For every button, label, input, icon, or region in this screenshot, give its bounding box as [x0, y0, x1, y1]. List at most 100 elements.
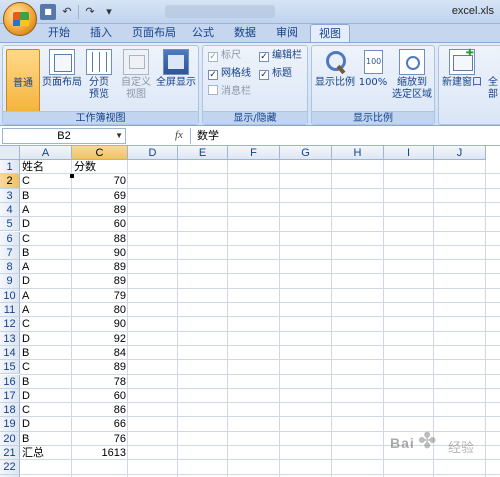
cell-c9[interactable]: 89 — [72, 274, 128, 288]
cell-a2[interactable]: C — [20, 174, 72, 188]
tab-insert[interactable]: 插入 — [90, 24, 112, 42]
cell-c12[interactable]: 90 — [72, 317, 128, 331]
row-header-1[interactable]: 1 — [0, 160, 20, 175]
cell-a10[interactable]: A — [20, 289, 72, 303]
select-all-corner[interactable] — [0, 146, 20, 160]
column-header-g[interactable]: G — [280, 146, 332, 160]
cell-a3[interactable]: B — [20, 189, 72, 203]
tab-page-layout[interactable]: 页面布局 — [132, 24, 176, 42]
cell-c18[interactable]: 86 — [72, 403, 128, 417]
undo-icon[interactable]: ↶ — [59, 4, 75, 20]
full-screen-button[interactable]: 全屏显示 — [155, 49, 197, 89]
gridlines-checkbox[interactable]: ✓ 网格线 — [208, 67, 251, 81]
column-header-h[interactable]: H — [332, 146, 384, 160]
row-header-2[interactable]: 2 — [0, 174, 20, 189]
column-header-j[interactable]: J — [434, 146, 486, 160]
cell-a6[interactable]: C — [20, 232, 72, 246]
cell-c5[interactable]: 60 — [72, 217, 128, 231]
row-header-17[interactable]: 17 — [0, 388, 20, 404]
normal-view-button[interactable]: 普通 — [6, 49, 40, 222]
row-header-16[interactable]: 16 — [0, 374, 20, 389]
cell-c3[interactable]: 69 — [72, 189, 128, 203]
zoom-to-selection-button[interactable]: 缩放到 选定区域 — [390, 49, 434, 101]
column-header-c[interactable]: C — [72, 146, 128, 160]
row-header-7[interactable]: 7 — [0, 245, 20, 261]
row-header-14[interactable]: 14 — [0, 345, 20, 361]
column-header-f[interactable]: F — [228, 146, 280, 160]
cell-c22[interactable] — [72, 460, 128, 474]
cell-a8[interactable]: A — [20, 260, 72, 274]
row-header-4[interactable]: 4 — [0, 202, 20, 218]
cell-c17[interactable]: 60 — [72, 389, 128, 403]
row-header-9[interactable]: 9 — [0, 274, 20, 289]
row-header-5[interactable]: 5 — [0, 217, 20, 232]
save-icon[interactable]: ■ — [40, 4, 56, 20]
row-header-21[interactable]: 21 — [0, 446, 20, 461]
cell-c14[interactable]: 84 — [72, 346, 128, 360]
row-header-10[interactable]: 10 — [0, 288, 20, 303]
page-break-preview-button[interactable]: 分页 预览 — [83, 49, 115, 101]
customize-qat-dropdown-icon[interactable]: ▾ — [101, 4, 117, 20]
row-header-11[interactable]: 11 — [0, 303, 20, 318]
new-window-button[interactable]: 新建窗口 — [442, 48, 482, 89]
message-bar-checkbox[interactable]: 消息栏 — [208, 85, 251, 99]
cell-a5[interactable]: D — [20, 217, 72, 231]
zoom-button[interactable]: 显示比例 — [314, 49, 356, 89]
formula-bar-checkbox[interactable]: ✓ 编辑栏 — [259, 49, 302, 63]
cell-a13[interactable]: D — [20, 332, 72, 346]
redo-icon[interactable]: ↷ — [82, 4, 98, 20]
cell-a20[interactable]: B — [20, 432, 72, 446]
ruler-checkbox[interactable]: ✓ 标尺 — [208, 49, 241, 63]
cell-a14[interactable]: B — [20, 346, 72, 360]
name-box-dropdown-icon[interactable]: ▼ — [115, 129, 123, 143]
cell-c6[interactable]: 88 — [72, 232, 128, 246]
row-header-12[interactable]: 12 — [0, 317, 20, 332]
row-header-8[interactable]: 8 — [0, 260, 20, 275]
custom-views-button[interactable]: 自定义 视图 — [119, 49, 153, 101]
row-header-6[interactable]: 6 — [0, 231, 20, 246]
cell-c21[interactable]: 1613 — [72, 446, 128, 460]
page-layout-view-button[interactable]: 页面布局 — [41, 49, 83, 89]
tab-formulas[interactable]: 公式 — [192, 24, 214, 42]
zoom-100-button[interactable]: 100% — [358, 49, 388, 89]
cell-a17[interactable]: D — [20, 389, 72, 403]
cell-c11[interactable]: 80 — [72, 303, 128, 317]
row-header-18[interactable]: 18 — [0, 403, 20, 418]
tab-data[interactable]: 数据 — [234, 24, 256, 42]
cell-a16[interactable]: B — [20, 375, 72, 389]
formula-input[interactable]: 数学 — [190, 128, 498, 144]
cell-c1[interactable]: 分数 — [72, 160, 128, 174]
cell-a22[interactable] — [20, 460, 72, 474]
selection-handle[interactable] — [70, 174, 74, 179]
row-header-22[interactable]: 22 — [0, 460, 20, 475]
cell-c15[interactable]: 89 — [72, 360, 128, 374]
cell-c8[interactable]: 89 — [72, 260, 128, 274]
column-header-e[interactable]: E — [178, 146, 228, 160]
column-header-d[interactable]: D — [128, 146, 178, 160]
cell-a15[interactable]: C — [20, 360, 72, 374]
cell-a7[interactable]: B — [20, 246, 72, 260]
cell-a19[interactable]: D — [20, 417, 72, 431]
office-button[interactable] — [3, 2, 37, 36]
tab-home[interactable]: 开始 — [48, 24, 70, 42]
cell-c13[interactable]: 92 — [72, 332, 128, 346]
cell-c7[interactable]: 90 — [72, 246, 128, 260]
cell-c4[interactable]: 89 — [72, 203, 128, 217]
cell-a21[interactable]: 汇总 — [20, 446, 72, 460]
name-box[interactable]: B2 ▼ — [2, 128, 126, 144]
row-header-20[interactable]: 20 — [0, 431, 20, 446]
tab-review[interactable]: 审阅 — [276, 24, 298, 42]
cell-c19[interactable]: 66 — [72, 417, 128, 431]
arrange-all-button[interactable]: 全部 — [485, 49, 500, 101]
cell-c10[interactable]: 79 — [72, 289, 128, 303]
cell-a1[interactable]: 姓名 — [20, 160, 72, 174]
insert-function-icon[interactable]: fx — [175, 129, 183, 141]
row-header-3[interactable]: 3 — [0, 188, 20, 203]
cell-a4[interactable]: A — [20, 203, 72, 217]
cell-c20[interactable]: 76 — [72, 432, 128, 446]
headings-checkbox[interactable]: ✓ 标题 — [259, 67, 292, 81]
row-header-15[interactable]: 15 — [0, 360, 20, 375]
row-header-19[interactable]: 19 — [0, 417, 20, 432]
row-header-13[interactable]: 13 — [0, 331, 20, 346]
cell-a18[interactable]: C — [20, 403, 72, 417]
